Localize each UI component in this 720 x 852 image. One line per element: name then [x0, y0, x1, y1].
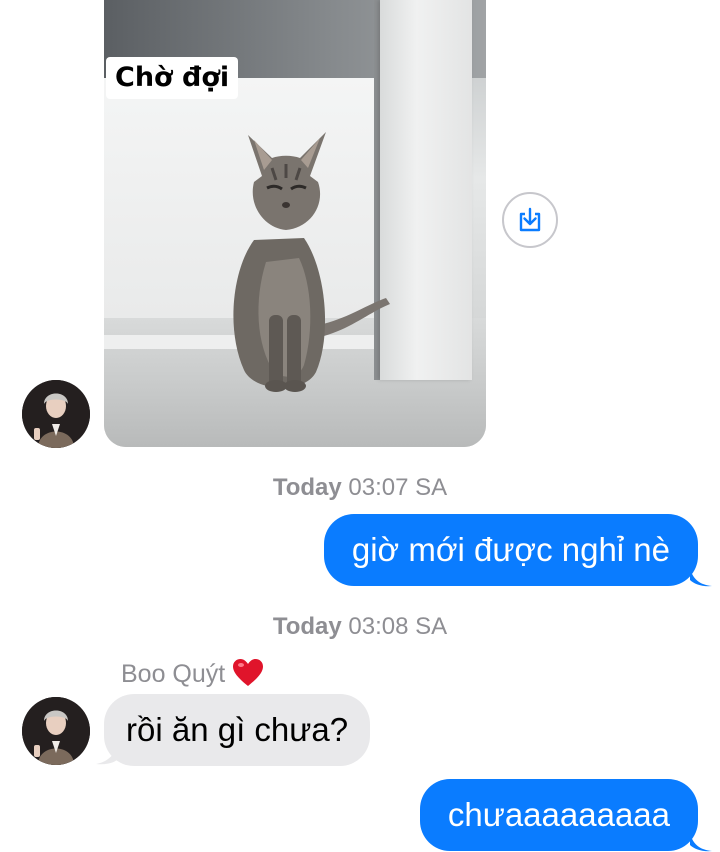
sender-name: Boo Quýt	[121, 658, 264, 689]
save-image-button[interactable]	[502, 192, 558, 248]
incoming-message-bubble[interactable]: rồi ăn gì chưa?	[104, 694, 371, 766]
message-timestamp: Today 03:08 SA	[0, 613, 720, 641]
timestamp-time: 03:08 SA	[348, 613, 448, 640]
avatar-portrait	[22, 380, 90, 448]
outgoing-bubble-tail	[690, 832, 712, 852]
save-download-icon	[519, 207, 541, 232]
contact-avatar[interactable]	[22, 380, 90, 448]
image-caption: Chờ đợi	[106, 57, 239, 99]
outgoing-message-bubble[interactable]: chưaaaaaaaaa	[419, 779, 698, 851]
red-heart-icon	[233, 659, 264, 686]
timestamp-day: Today	[272, 613, 342, 640]
timestamp-day: Today	[272, 474, 342, 501]
sender-name-text: Boo Quýt	[121, 660, 226, 688]
contact-avatar[interactable]	[22, 697, 90, 765]
timestamp-time: 03:07 SA	[348, 474, 448, 501]
avatar-portrait	[22, 697, 90, 765]
outgoing-bubble-tail	[690, 567, 712, 587]
message-text: chưaaaaaaaaa	[447, 796, 670, 833]
message-text: rồi ăn gì chưa?	[126, 711, 349, 748]
message-timestamp: Today 03:07 SA	[0, 474, 720, 502]
message-text: giờ mới được nghỉ nè	[351, 531, 670, 568]
outgoing-message-bubble[interactable]: giờ mới được nghỉ nè	[323, 514, 698, 586]
